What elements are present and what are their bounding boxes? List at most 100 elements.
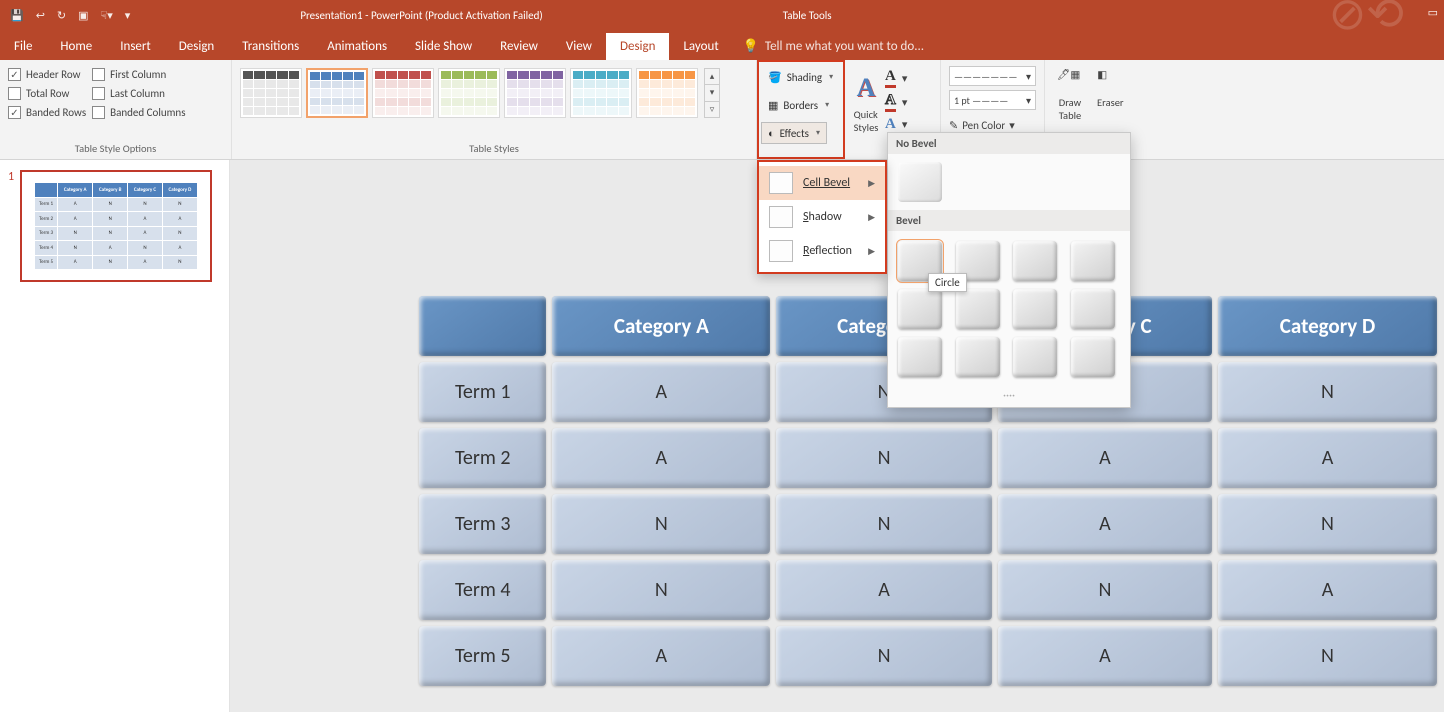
- table-header-cell[interactable]: Category D: [1218, 296, 1437, 356]
- table-cell[interactable]: N: [776, 626, 992, 686]
- menu-reflection[interactable]: Reflection ▶: [759, 234, 885, 268]
- text-outline-button[interactable]: A▾: [885, 92, 907, 112]
- chk-header-row[interactable]: Header Row: [8, 68, 86, 81]
- bevel-swatch[interactable]: [1071, 241, 1115, 281]
- draw-table-button[interactable]: 🖊▦ Draw Table: [1053, 64, 1087, 122]
- chk-total-row[interactable]: Total Row: [8, 87, 86, 100]
- chk-banded-rows[interactable]: Banded Rows: [8, 106, 86, 119]
- bevel-swatch[interactable]: [898, 337, 942, 377]
- table-cell[interactable]: Term 3: [419, 494, 546, 554]
- bevel-swatch[interactable]: [1013, 337, 1057, 377]
- bevel-swatch-none[interactable]: [898, 162, 942, 202]
- ribbon-tabs: File Home Insert Design Transitions Anim…: [0, 30, 1444, 60]
- table-cell[interactable]: N: [552, 494, 770, 554]
- table-cell[interactable]: A: [1218, 560, 1437, 620]
- bevel-swatch[interactable]: [956, 289, 1000, 329]
- tab-table-design[interactable]: Design: [606, 33, 669, 60]
- slide-thumbnail[interactable]: Category ACategory BCategory CCategory D…: [20, 170, 212, 282]
- section-no-bevel: No Bevel: [888, 133, 1130, 154]
- tab-design-main[interactable]: Design: [165, 33, 228, 60]
- pen-weight-value: 1 pt ————: [954, 94, 1008, 107]
- table-styles-gallery[interactable]: ▴▾▿: [240, 64, 720, 118]
- table-cell[interactable]: N: [776, 494, 992, 554]
- bevel-swatch-circle[interactable]: Circle: [898, 241, 942, 281]
- table-style-thumb[interactable]: [504, 68, 566, 118]
- chk-first-column[interactable]: First Column: [92, 68, 185, 81]
- pen-weight-select[interactable]: 1 pt ————▾: [949, 90, 1036, 110]
- table-header-cell[interactable]: Category A: [552, 296, 770, 356]
- title-bar: 💾 ↩ ↻ ▣ ☟▾ ▾ Presentation1 - PowerPoint …: [0, 0, 1444, 30]
- menu-cell-bevel[interactable]: Cell Bevel ▶: [759, 166, 885, 200]
- table-cell[interactable]: N: [776, 428, 992, 488]
- table-cell[interactable]: A: [998, 428, 1212, 488]
- reflection-icon: [769, 240, 793, 262]
- table-style-thumb[interactable]: [636, 68, 698, 118]
- tab-slideshow[interactable]: Slide Show: [401, 33, 486, 60]
- table-cell[interactable]: A: [998, 494, 1212, 554]
- table-cell[interactable]: Term 2: [419, 428, 546, 488]
- table-style-thumb[interactable]: [240, 68, 302, 118]
- menu-shadow[interactable]: Shadow ▶: [759, 200, 885, 234]
- table-cell[interactable]: A: [998, 626, 1212, 686]
- chk-last-column[interactable]: Last Column: [92, 87, 185, 100]
- borders-button[interactable]: ▦Borders▾: [761, 94, 836, 116]
- redo-icon[interactable]: ↻: [57, 9, 66, 22]
- table-cell[interactable]: N: [552, 560, 770, 620]
- table-cell[interactable]: N: [1218, 626, 1437, 686]
- window-title: Presentation1 - PowerPoint (Product Acti…: [300, 9, 542, 22]
- tab-animations[interactable]: Animations: [313, 33, 401, 60]
- bevel-swatch[interactable]: [898, 289, 942, 329]
- tab-review[interactable]: Review: [486, 33, 552, 60]
- table-style-thumb[interactable]: [372, 68, 434, 118]
- gallery-scroll[interactable]: ▴▾▿: [704, 68, 720, 118]
- tab-table-layout[interactable]: Layout: [669, 33, 732, 60]
- tab-home[interactable]: Home: [46, 33, 106, 60]
- tell-me-placeholder: Tell me what you want to do...: [765, 39, 924, 54]
- tell-me-search[interactable]: 💡 Tell me what you want to do...: [733, 33, 934, 60]
- table-style-thumb[interactable]: [438, 68, 500, 118]
- quick-styles-button[interactable]: A Quick Styles: [853, 68, 879, 134]
- shading-button[interactable]: 🪣Shading▾: [761, 66, 840, 88]
- table-cell[interactable]: Term 5: [419, 626, 546, 686]
- touch-mode-icon[interactable]: ☟▾: [101, 9, 113, 22]
- table-cell[interactable]: A: [552, 428, 770, 488]
- table-row: Term 4NANA: [419, 560, 1437, 620]
- tab-transitions[interactable]: Transitions: [228, 33, 313, 60]
- tab-file[interactable]: File: [0, 33, 46, 60]
- text-effects-button[interactable]: A▾: [885, 116, 907, 133]
- table-style-thumb[interactable]: [570, 68, 632, 118]
- table-cell[interactable]: Term 4: [419, 560, 546, 620]
- shading-label: Shading: [787, 71, 822, 84]
- chk-banded-columns[interactable]: Banded Columns: [92, 106, 185, 119]
- table-cell[interactable]: Term 1: [419, 362, 546, 422]
- tab-view[interactable]: View: [552, 33, 606, 60]
- bevel-swatch[interactable]: [1013, 241, 1057, 281]
- table-cell[interactable]: N: [1218, 494, 1437, 554]
- table-cell[interactable]: N: [1218, 362, 1437, 422]
- gallery-resize-handle[interactable]: ····: [888, 387, 1130, 407]
- table-style-thumb-selected[interactable]: [306, 68, 368, 118]
- tab-insert[interactable]: Insert: [106, 33, 165, 60]
- eraser-button[interactable]: ◧ Eraser: [1093, 64, 1128, 109]
- bevel-swatch[interactable]: [1071, 289, 1115, 329]
- effects-button[interactable]: ◐Effects▾: [761, 122, 827, 144]
- qat-more-icon[interactable]: ▾: [125, 9, 131, 22]
- pen-icon: ✎: [949, 119, 958, 132]
- undo-icon[interactable]: ↩: [36, 9, 45, 22]
- cell-bevel-label: Cell Bevel: [803, 176, 850, 190]
- bevel-swatch[interactable]: [1071, 337, 1115, 377]
- table-cell[interactable]: A: [552, 626, 770, 686]
- pen-style-select[interactable]: ———————▾: [949, 66, 1036, 86]
- bevel-swatch[interactable]: [956, 337, 1000, 377]
- table-row: Term 5ANAN: [419, 626, 1437, 686]
- table-cell[interactable]: N: [998, 560, 1212, 620]
- table-cell[interactable]: A: [776, 560, 992, 620]
- ribbon-display-options-icon[interactable]: ▭: [1428, 6, 1438, 19]
- save-icon[interactable]: 💾: [10, 9, 24, 22]
- start-from-beginning-icon[interactable]: ▣: [78, 9, 88, 22]
- table-cell[interactable]: A: [1218, 428, 1437, 488]
- table-header-cell[interactable]: [419, 296, 546, 356]
- bevel-swatch[interactable]: [1013, 289, 1057, 329]
- table-cell[interactable]: A: [552, 362, 770, 422]
- text-fill-button[interactable]: A▾: [885, 68, 907, 88]
